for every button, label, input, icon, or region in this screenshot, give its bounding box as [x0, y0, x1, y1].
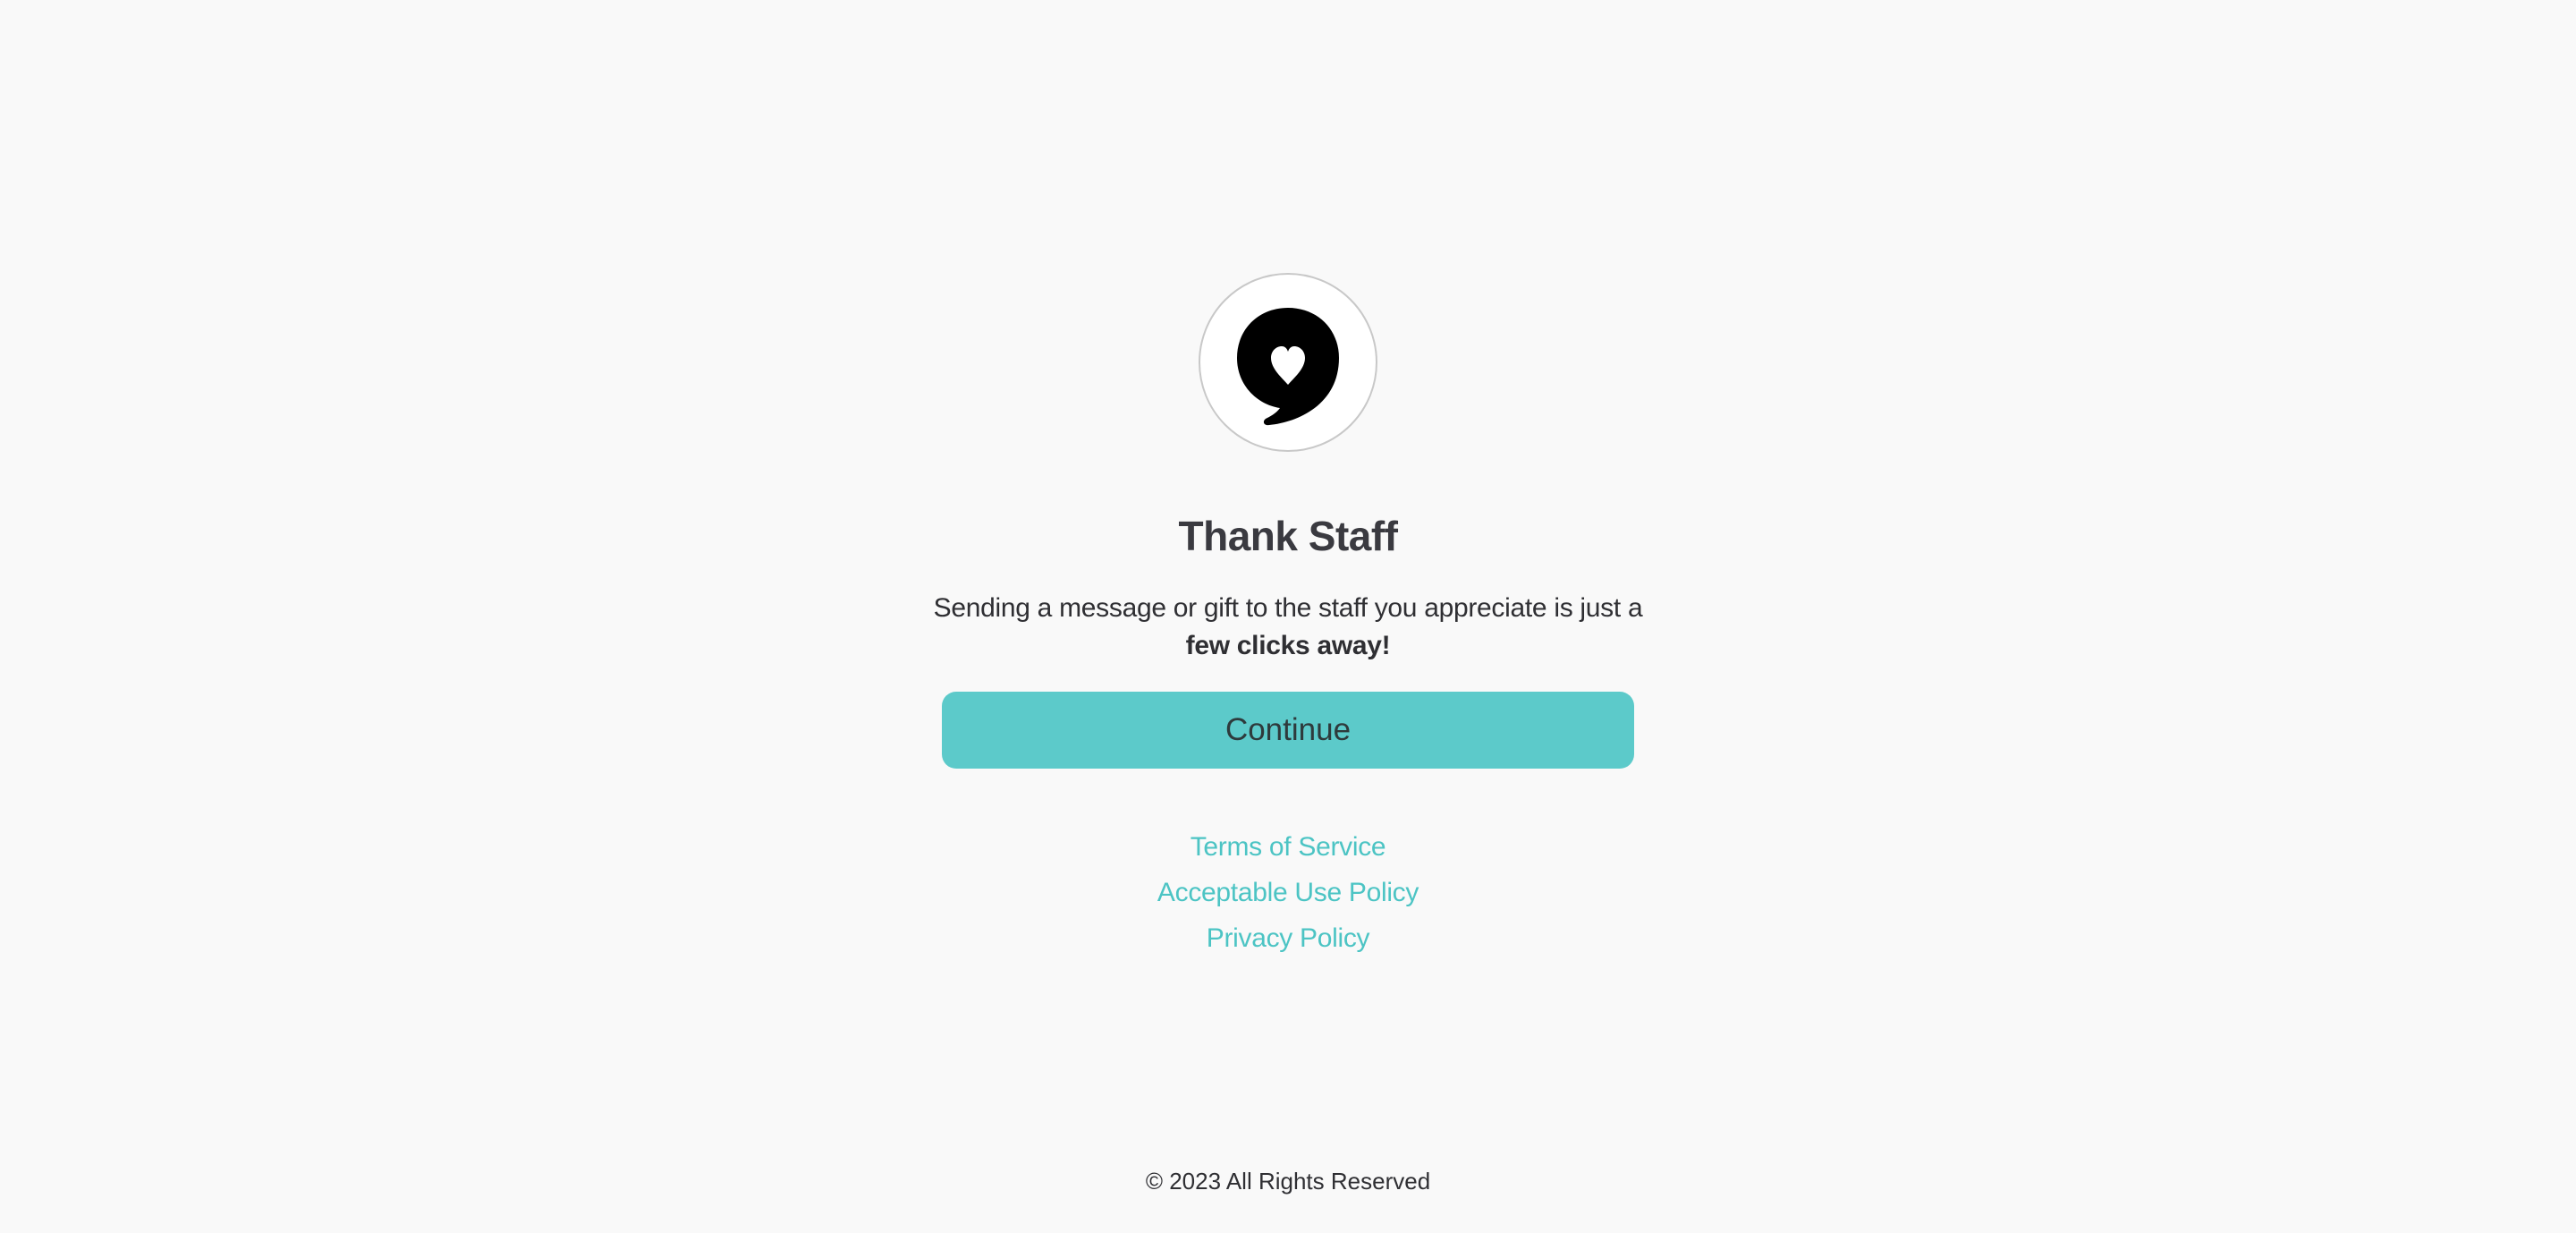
intro-message: Sending a message or gift to the staff y…	[930, 590, 1646, 665]
page-title: Thank Staff	[1178, 513, 1398, 559]
intro-message-text: Sending a message or gift to the staff y…	[933, 593, 1643, 623]
terms-of-service-link[interactable]: Terms of Service	[1191, 824, 1386, 870]
landing-content: Thank Staff Sending a message or gift to…	[0, 273, 2576, 961]
continue-button[interactable]: Continue	[942, 692, 1634, 769]
acceptable-use-policy-link[interactable]: Acceptable Use Policy	[1157, 870, 1419, 915]
footer-copyright: © 2023 All Rights Reserved	[1145, 1168, 1431, 1195]
intro-message-emphasis: few clicks away!	[1185, 631, 1391, 660]
privacy-policy-link[interactable]: Privacy Policy	[1207, 915, 1370, 961]
heart-speech-bubble-icon	[1237, 308, 1339, 426]
brand-logo	[1199, 273, 1377, 452]
legal-links: Terms of Service Acceptable Use Policy P…	[1157, 824, 1419, 961]
